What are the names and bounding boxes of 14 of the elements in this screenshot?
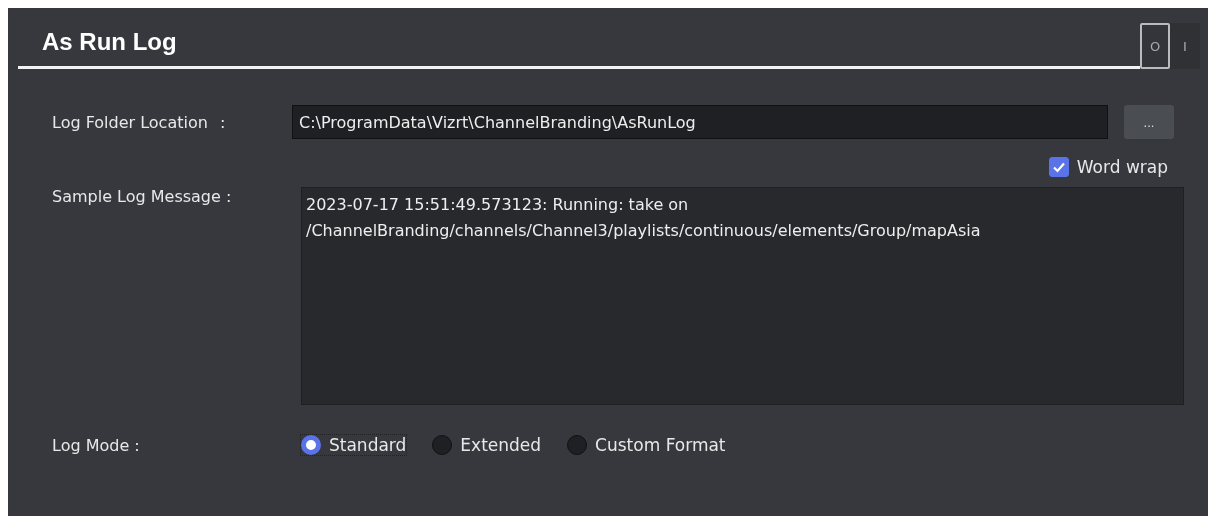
- field-label: Sample Log Message :: [52, 187, 232, 206]
- label-separator: :: [219, 112, 226, 132]
- on-off-toggle[interactable]: O I: [1140, 23, 1200, 69]
- panel-title: As Run Log: [42, 28, 177, 57]
- log-mode-radio[interactable]: Extended: [432, 435, 542, 455]
- field-label: Log Mode :: [52, 435, 140, 455]
- word-wrap-checkbox[interactable]: Word wrap: [1048, 157, 1168, 177]
- browse-button[interactable]: ...: [1124, 105, 1174, 139]
- sample-message-field[interactable]: 2023-07-17 15:51:49.573123: Running: take on /ChannelBranding/channels/Channel3/playlists/continuous/elements/Group/mapAsia: [301, 187, 1184, 405]
- field-label: Log Folder Location: [52, 112, 208, 132]
- log-mode-radio[interactable]: Standard: [301, 435, 407, 455]
- log-mode-radio[interactable]: Custom Format: [567, 435, 726, 455]
- check-icon: [1051, 160, 1066, 174]
- folder-path-field[interactable]: C:\ProgramData\Vizrt\ChannelBranding\AsRunLog: [292, 105, 1108, 139]
